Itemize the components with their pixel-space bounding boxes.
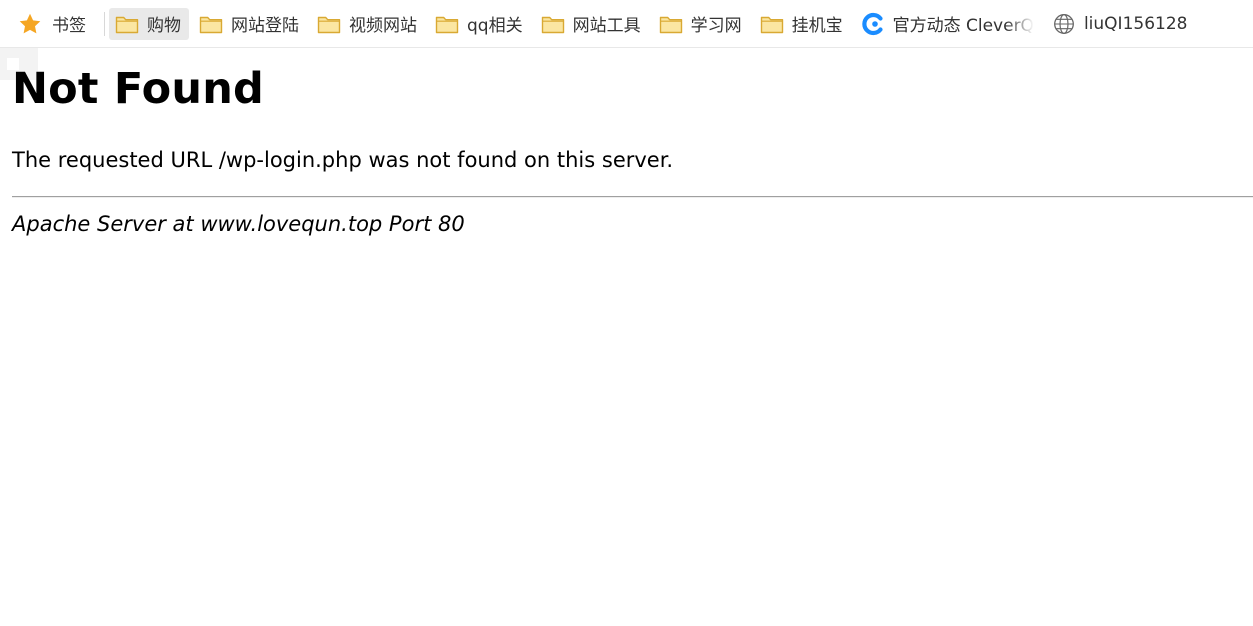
- cleverq-logo-icon: [861, 12, 885, 36]
- bookmark-folder-site-login[interactable]: 网站登陆: [193, 8, 307, 40]
- bookmark-label: 挂机宝: [791, 16, 843, 36]
- folder-icon: [435, 12, 459, 36]
- bookmark-label: 视频网站: [349, 16, 417, 36]
- bookmark-folder-shopping[interactable]: 购物: [109, 7, 189, 40]
- bookmark-label: 学习网: [690, 16, 742, 36]
- bookmark-label: 官方动态 CleverQ: [892, 16, 1034, 36]
- folder-icon: [199, 12, 223, 36]
- folder-icon: [115, 12, 139, 36]
- folder-icon: [659, 12, 683, 36]
- folder-icon: [760, 12, 784, 36]
- error-message: The requested URL /wp-login.php was not …: [12, 148, 674, 172]
- bookmark-folder-video-sites[interactable]: 视频网站: [311, 8, 425, 40]
- bookmark-folder-learning[interactable]: 学习网: [653, 8, 750, 40]
- server-signature: Apache Server at www.lovequn.top Port 80: [12, 212, 465, 236]
- bookmark-folder-site-tools[interactable]: 网站工具: [535, 8, 649, 40]
- bookmark-label: qq相关: [467, 16, 523, 36]
- folder-icon: [317, 12, 341, 36]
- globe-icon: [1052, 12, 1076, 36]
- star-icon: [18, 12, 42, 36]
- bookmarks-divider: [104, 11, 105, 36]
- divider-line: [12, 196, 1253, 198]
- bookmark-folder-qq[interactable]: qq相关: [429, 8, 531, 40]
- page-content: Not Found The requested URL /wp-login.ph…: [12, 60, 1253, 238]
- bookmarks-root-button[interactable]: 书签: [18, 8, 94, 40]
- bookmark-label: liuQI156128: [1083, 13, 1188, 34]
- bookmark-label: 网站工具: [572, 16, 641, 36]
- bookmark-label: 购物: [147, 16, 181, 36]
- page-title: Not Found: [12, 64, 265, 114]
- bookmark-label: 网站登陆: [231, 16, 299, 36]
- bookmark-link-cleverq[interactable]: 官方动态 CleverQ: [855, 8, 1042, 40]
- bookmark-folder-vps[interactable]: 挂机宝: [754, 8, 851, 40]
- bookmark-link-liuqi[interactable]: liuQI156128: [1046, 8, 1196, 40]
- bookmarks-bar: 书签 购物 网站登陆 视频网站 qq相关 网站工具 学习网 挂机宝 官方动态 C…: [0, 0, 1253, 48]
- bookmarks-root-label: 书签: [52, 16, 86, 36]
- folder-icon: [541, 12, 565, 36]
